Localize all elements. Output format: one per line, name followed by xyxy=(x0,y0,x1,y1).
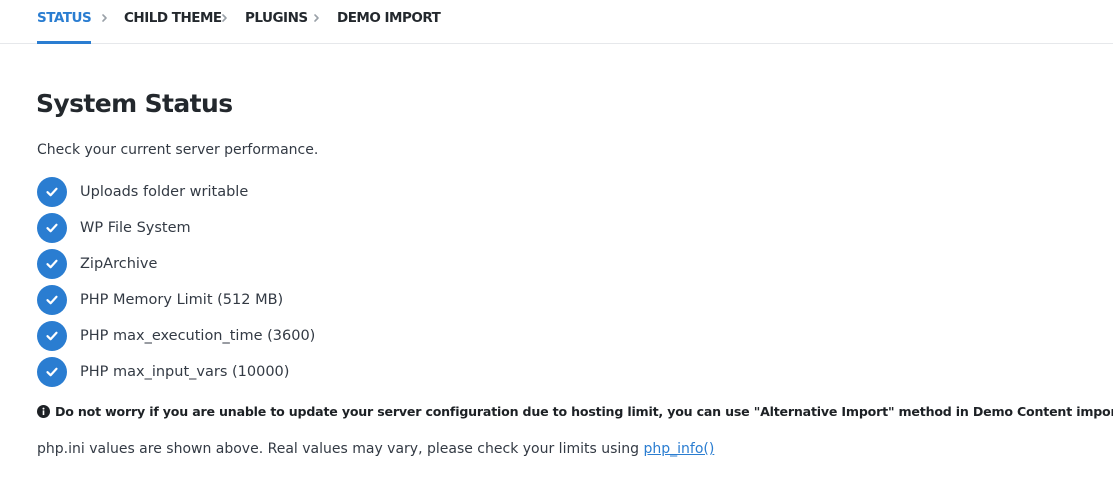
footer-text: php.ini values are shown above. Real val… xyxy=(37,441,644,457)
status-label: PHP max_execution_time (3600) xyxy=(80,328,316,344)
status-item-memory-limit: PHP Memory Limit (512 MB) xyxy=(37,282,315,318)
check-circle-icon xyxy=(37,249,67,279)
status-list: Uploads folder writable WP File System Z… xyxy=(37,174,315,390)
footer-note: php.ini values are shown above. Real val… xyxy=(37,439,714,459)
notice-text: Do not worry if you are unable to update… xyxy=(55,403,1113,419)
status-label: WP File System xyxy=(80,220,191,236)
chevron-right-icon xyxy=(311,9,323,27)
chevron-right-icon xyxy=(99,9,111,27)
tab-plugins[interactable]: PLUGINS xyxy=(245,0,308,44)
status-item-ziparchive: ZipArchive xyxy=(37,246,315,282)
page-title: System Status xyxy=(36,89,233,118)
info-circle-icon xyxy=(37,404,50,418)
wizard-nav: STATUS CHILD THEME PLUGINS DEMO IMPORT xyxy=(0,0,1113,44)
check-circle-icon xyxy=(37,213,67,243)
status-item-max-execution-time: PHP max_execution_time (3600) xyxy=(37,318,315,354)
status-item-wp-filesystem: WP File System xyxy=(37,210,315,246)
check-circle-icon xyxy=(37,357,67,387)
chevron-right-icon xyxy=(219,9,231,27)
status-label: Uploads folder writable xyxy=(80,184,249,200)
tab-child-theme[interactable]: CHILD THEME xyxy=(124,0,222,44)
tab-status[interactable]: STATUS xyxy=(37,0,92,44)
hosting-limit-notice: Do not worry if you are unable to update… xyxy=(37,402,1113,420)
tab-demo-import[interactable]: DEMO IMPORT xyxy=(337,0,441,44)
intro-text: Check your current server performance. xyxy=(37,142,319,158)
php-info-link[interactable]: php_info() xyxy=(643,441,714,457)
status-item-uploads: Uploads folder writable xyxy=(37,174,315,210)
check-circle-icon xyxy=(37,177,67,207)
check-circle-icon xyxy=(37,321,67,351)
status-label: PHP Memory Limit (512 MB) xyxy=(80,292,284,308)
check-circle-icon xyxy=(37,285,67,315)
status-label: ZipArchive xyxy=(80,256,158,272)
status-label: PHP max_input_vars (10000) xyxy=(80,364,290,380)
status-item-max-input-vars: PHP max_input_vars (10000) xyxy=(37,354,315,390)
